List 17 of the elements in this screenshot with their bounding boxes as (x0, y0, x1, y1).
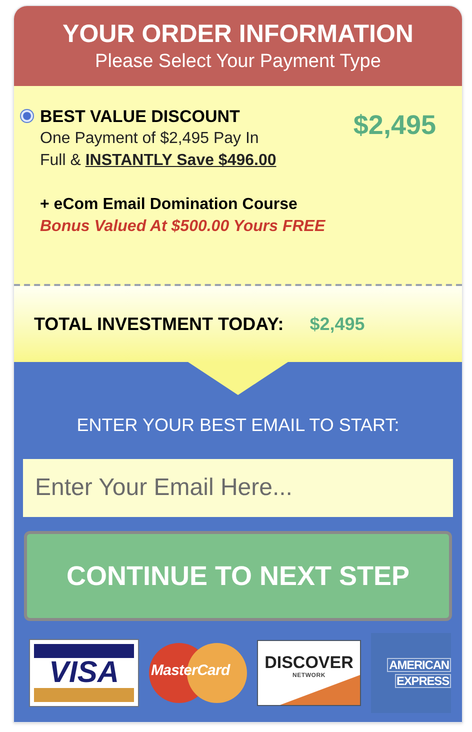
logo-text: DISCOVER (264, 654, 354, 670)
option-title: BEST VALUE DISCOUNT (40, 106, 241, 128)
header-subtitle: Please Select Your Payment Type (95, 50, 381, 74)
email-field[interactable]: Enter Your Email Here... (23, 459, 453, 517)
header-title: YOUR ORDER INFORMATION (62, 18, 414, 50)
email-label: ENTER YOUR BEST EMAIL TO START: (76, 414, 400, 437)
logo-text: EXPRESS (394, 674, 451, 688)
logo-text: AMERICAN (387, 658, 451, 672)
bonus-item: + eCom Email Domination Course (40, 195, 298, 215)
logo-text: VISA (48, 658, 120, 688)
option-price: $2,495 (353, 112, 436, 142)
total-amount: $2,495 (310, 312, 365, 336)
total-label: TOTAL INVESTMENT TODAY: (34, 312, 284, 336)
bonus-note: Bonus Valued At $500.00 Yours FREE (40, 217, 326, 237)
radio-button[interactable] (20, 109, 34, 123)
continue-button[interactable]: CONTINUE TO NEXT STEP (24, 531, 452, 621)
option-description: One Payment of $2,495 Pay In Full & INSTANTLY Save $496.00 (40, 129, 278, 171)
